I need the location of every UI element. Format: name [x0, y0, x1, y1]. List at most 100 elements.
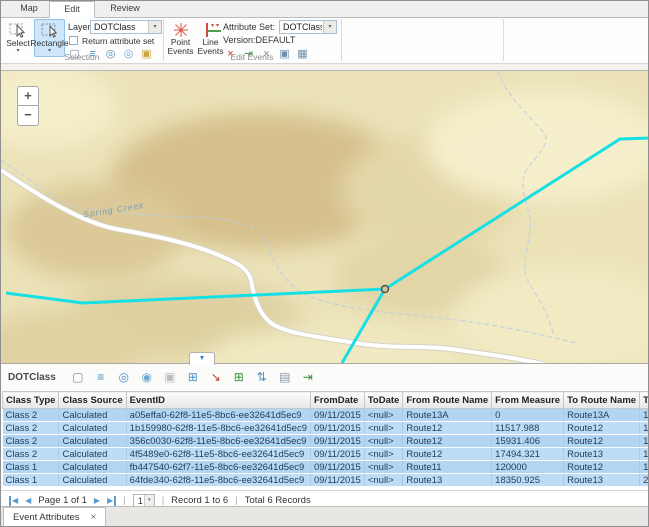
- column-header[interactable]: Class Type: [3, 392, 59, 409]
- record-notes-icon[interactable]: ▤: [277, 369, 293, 386]
- table-cell[interactable]: 0: [492, 409, 564, 422]
- table-cell[interactable]: 09/11/2015: [310, 448, 364, 461]
- table-cell[interactable]: 18350.925: [640, 448, 649, 461]
- sort-records-icon[interactable]: ⇅: [254, 369, 270, 386]
- show-selected-records-icon[interactable]: ≡: [93, 369, 109, 386]
- table-cell[interactable]: Calculated: [59, 409, 126, 422]
- table-cell[interactable]: Route12: [564, 461, 640, 474]
- table-cell[interactable]: 09/11/2015: [310, 461, 364, 474]
- table-cell[interactable]: 17494.321: [492, 448, 564, 461]
- table-row[interactable]: Class 2Calculated4f5489e0-62f8-11e5-8bc6…: [3, 448, 649, 461]
- table-cell[interactable]: 09/11/2015: [310, 409, 364, 422]
- previous-page-button[interactable]: ◀: [25, 496, 31, 506]
- table-cell[interactable]: Route13: [564, 448, 640, 461]
- table-cell[interactable]: Route11: [403, 461, 492, 474]
- layer-dropdown-caret-icon[interactable]: ▾: [148, 21, 161, 33]
- zoom-to-selected-icon[interactable]: ◎: [116, 369, 132, 386]
- column-header[interactable]: To Route Name: [564, 392, 640, 409]
- select-records-icon[interactable]: ▢: [70, 369, 86, 386]
- table-cell[interactable]: Calculated: [59, 448, 126, 461]
- table-cell[interactable]: <null>: [364, 474, 403, 487]
- route-junction-marker[interactable]: [382, 286, 389, 293]
- table-cell[interactable]: Calculated: [59, 474, 126, 487]
- table-cell[interactable]: Route13: [403, 474, 492, 487]
- table-cell[interactable]: <null>: [364, 409, 403, 422]
- tab-review[interactable]: Review: [101, 1, 149, 16]
- measure-range-icon[interactable]: ⇥: [300, 369, 316, 386]
- table-cell[interactable]: Class 1: [3, 461, 59, 474]
- table-cell[interactable]: Calculated: [59, 422, 126, 435]
- table-cell[interactable]: <null>: [364, 435, 403, 448]
- table-cell[interactable]: Class 2: [3, 409, 59, 422]
- table-cell[interactable]: Class 2: [3, 435, 59, 448]
- first-page-button[interactable]: ◀: [9, 496, 18, 506]
- table-row[interactable]: Class 1Calculatedfb447540-62f7-11e5-8bc6…: [3, 461, 649, 474]
- tab-map[interactable]: Map: [9, 1, 49, 16]
- table-cell[interactable]: a05effa0-62f8-11e5-8bc6-ee32641d5ec9: [126, 409, 310, 422]
- last-page-button[interactable]: ▶: [107, 496, 116, 506]
- column-header[interactable]: From Measure: [492, 392, 564, 409]
- table-cell[interactable]: Route13: [564, 474, 640, 487]
- map-canvas[interactable]: Spring Creek + −: [1, 71, 649, 363]
- table-cell[interactable]: 64fde340-62f8-11e5-8bc6-ee32641d5ec9: [126, 474, 310, 487]
- table-cell[interactable]: Calculated: [59, 435, 126, 448]
- table-cell[interactable]: Route13A: [564, 409, 640, 422]
- zoom-out-button[interactable]: −: [17, 106, 39, 126]
- table-row[interactable]: Class 1Calculated64fde340-62f8-11e5-8bc6…: [3, 474, 649, 487]
- page-number-caret-icon[interactable]: ▾: [144, 495, 154, 506]
- table-cell[interactable]: 18350.925: [492, 474, 564, 487]
- attribute-table-icon[interactable]: ⊞: [185, 369, 201, 386]
- table-cell[interactable]: 15931.406: [640, 422, 649, 435]
- attribute-set-caret-icon[interactable]: ▾: [323, 21, 336, 33]
- column-header[interactable]: Class Source: [59, 392, 126, 409]
- table-cell[interactable]: Route12: [403, 435, 492, 448]
- table-cell[interactable]: Route12: [403, 422, 492, 435]
- tab-event-attributes[interactable]: Event Attributes ×: [3, 507, 106, 527]
- table-cell[interactable]: 21231.919: [640, 474, 649, 487]
- column-header[interactable]: EventID: [126, 392, 310, 409]
- table-cell[interactable]: 17494.321: [640, 435, 649, 448]
- column-header[interactable]: ToDate: [364, 392, 403, 409]
- panel-collapse-handle[interactable]: ▼: [189, 352, 215, 365]
- layer-dropdown[interactable]: DOTClass ▾: [90, 20, 162, 34]
- table-cell[interactable]: 09/11/2015: [310, 474, 364, 487]
- table-cell[interactable]: 09/11/2015: [310, 435, 364, 448]
- table-row[interactable]: Class 2Calculated1b159980-62f8-11e5-8bc6…: [3, 422, 649, 435]
- table-cell[interactable]: Route12: [564, 422, 640, 435]
- table-cell[interactable]: <null>: [364, 461, 403, 474]
- column-header[interactable]: To Measure: [640, 392, 649, 409]
- table-cell[interactable]: 356c0030-62f8-11e5-8bc6-ee32641d5ec9: [126, 435, 310, 448]
- table-cell[interactable]: Calculated: [59, 461, 126, 474]
- table-cell[interactable]: Class 2: [3, 448, 59, 461]
- add-record-icon[interactable]: ⊞: [231, 369, 247, 386]
- table-cell[interactable]: 4f5489e0-62f8-11e5-8bc6-ee32641d5ec9: [126, 448, 310, 461]
- table-cell[interactable]: Route12: [564, 435, 640, 448]
- save-edits-icon[interactable]: ▣: [162, 369, 178, 386]
- zoom-in-button[interactable]: +: [17, 86, 39, 106]
- table-row[interactable]: Class 2Calculated356c0030-62f8-11e5-8bc6…: [3, 435, 649, 448]
- table-cell[interactable]: fb447540-62f7-11e5-8bc6-ee32641d5ec9: [126, 461, 310, 474]
- table-row[interactable]: Class 2Calculateda05effa0-62f8-11e5-8bc6…: [3, 409, 649, 422]
- table-cell[interactable]: 19313.774: [640, 409, 649, 422]
- attribute-set-dropdown[interactable]: DOTClass ▾: [279, 20, 337, 34]
- clear-selection-icon[interactable]: ↘: [208, 369, 224, 386]
- column-header[interactable]: From Route Name: [403, 392, 492, 409]
- table-cell[interactable]: 11517.988: [492, 422, 564, 435]
- return-attribute-set-checkbox[interactable]: [69, 36, 78, 45]
- table-cell[interactable]: Route12: [403, 448, 492, 461]
- table-cell[interactable]: 1b159980-62f8-11e5-8bc6-ee32641d5ec9: [126, 422, 310, 435]
- table-cell[interactable]: Class 2: [3, 422, 59, 435]
- table-cell[interactable]: 09/11/2015: [310, 422, 364, 435]
- column-header[interactable]: FromDate: [310, 392, 364, 409]
- next-page-button[interactable]: ▶: [94, 496, 100, 506]
- pan-to-selected-icon[interactable]: ◉: [139, 369, 155, 386]
- table-cell[interactable]: Class 1: [3, 474, 59, 487]
- table-cell[interactable]: <null>: [364, 448, 403, 461]
- tab-edit[interactable]: Edit: [49, 1, 95, 18]
- table-cell[interactable]: Route13A: [403, 409, 492, 422]
- table-cell[interactable]: 11517.988: [640, 461, 649, 474]
- close-icon[interactable]: ×: [91, 513, 97, 523]
- table-cell[interactable]: <null>: [364, 422, 403, 435]
- table-cell[interactable]: 120000: [492, 461, 564, 474]
- table-cell[interactable]: 15931.406: [492, 435, 564, 448]
